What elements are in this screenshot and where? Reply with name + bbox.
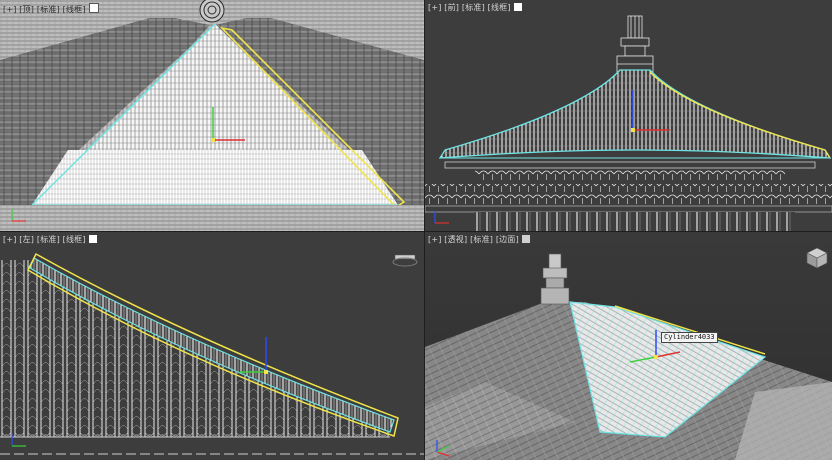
viewport-left-label-text: [+] [左] [标准] [线框] (3, 235, 86, 244)
shading-swatch (88, 235, 97, 243)
axis-tripod-icon (431, 434, 457, 460)
viewport-front-label-text: [+] [前] [标准] [线框] (428, 3, 511, 12)
axis-tripod-icon (8, 205, 32, 229)
top-view-scene (0, 0, 424, 231)
left-view-scene (0, 252, 424, 460)
front-view-scene (425, 15, 832, 231)
viewport-left-label[interactable]: [+] [左] [标准] [线框] (3, 235, 97, 245)
viewport-front[interactable]: [+] [前] [标准] [线框] (425, 0, 832, 231)
axis-tripod-icon (8, 428, 32, 454)
viewport-perspective[interactable]: Cylinder4033 [+] [透视] [标准] [边面] (425, 232, 832, 460)
shading-swatch (521, 235, 530, 243)
viewport-front-label[interactable]: [+] [前] [标准] [线框] (428, 3, 522, 13)
viewport-top-label[interactable]: [+] [顶] [标准] [线框] (3, 3, 99, 15)
object-name-tooltip: Cylinder4033 (661, 332, 718, 343)
shading-swatch (513, 3, 522, 11)
viewport-perspective-label[interactable]: [+] [透视] [标准] [边面] (428, 235, 530, 245)
viewport-left[interactable]: [+] [左] [标准] [线框] (0, 232, 424, 460)
viewport-top-label-text: [+] [顶] [标准] [线框] (3, 5, 86, 14)
axis-tripod-icon (431, 205, 455, 231)
viewport-perspective-label-text: [+] [透视] [标准] [边面] (428, 235, 519, 244)
view-cube-icon[interactable] (392, 246, 418, 272)
shading-swatch (88, 3, 99, 13)
perspective-view-scene (425, 232, 832, 460)
viewport-top[interactable]: [+] [顶] [标准] [线框] (0, 0, 424, 231)
view-cube-icon[interactable] (803, 244, 831, 276)
